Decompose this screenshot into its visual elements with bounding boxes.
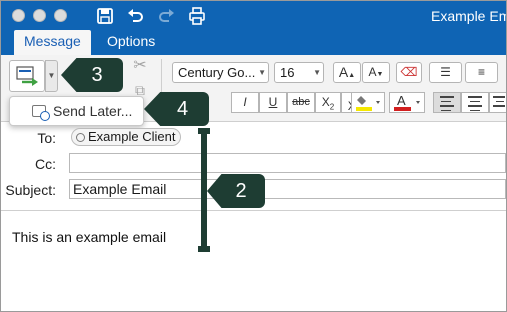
close-icon[interactable] — [12, 9, 25, 22]
save-icon[interactable] — [95, 6, 115, 26]
header-divider — [1, 210, 506, 211]
highlighter-icon — [356, 96, 380, 111]
tab-message[interactable]: Message — [14, 30, 91, 55]
subscript-icon: X2 — [321, 95, 335, 112]
annotation-line — [201, 129, 207, 250]
cc-label: Cc: — [35, 156, 56, 172]
chevron-down-icon: ▼ — [258, 68, 266, 77]
subject-label: Subject: — [5, 182, 56, 198]
shrink-font-label: A — [368, 65, 377, 79]
clear-formatting-button[interactable]: ⌫ — [396, 62, 422, 83]
shrink-font-button[interactable]: A▼ — [362, 62, 390, 83]
recipient-name: Example Client — [88, 129, 176, 144]
redo-icon[interactable] — [157, 6, 177, 26]
bullet-list-icon: ☰ — [440, 65, 451, 79]
annotation-line-bottom-cap — [198, 246, 210, 252]
scissors-icon[interactable]: ✂ — [131, 57, 149, 75]
font-size-select[interactable]: 16 ▼ — [274, 62, 324, 83]
font-family-select[interactable]: Century Go... ▼ — [172, 62, 269, 83]
numbering-button[interactable]: ≡ — [465, 62, 498, 83]
minimize-icon[interactable] — [33, 9, 46, 22]
italic-button[interactable]: I — [231, 92, 259, 113]
send-button[interactable] — [9, 60, 45, 92]
bullets-button[interactable]: ☰ — [429, 62, 462, 83]
font-color-button[interactable]: A — [389, 92, 425, 113]
compose-window: Example Ema Message Options ▼ ✂ ⧉ Centur… — [0, 0, 507, 312]
numbered-list-icon: ≡ — [477, 65, 485, 79]
window-title: Example Ema — [431, 8, 506, 24]
caret-down-icon: ▼ — [376, 71, 384, 78]
send-later-menu-item[interactable]: Send Later... — [53, 103, 132, 119]
align-right-button[interactable] — [489, 92, 506, 113]
send-options-chevron-icon[interactable]: ▼ — [45, 60, 58, 92]
caret-up-icon: ▲ — [348, 72, 356, 79]
send-options-menu: Send Later... — [9, 96, 144, 126]
font-color-icon: A — [394, 93, 420, 111]
subscript-button[interactable]: X2 — [315, 92, 341, 113]
contact-status-icon — [76, 133, 85, 142]
to-label: To: — [37, 130, 56, 146]
svg-text:A: A — [397, 93, 406, 108]
align-center-button[interactable] — [461, 92, 489, 113]
zoom-icon[interactable] — [54, 9, 67, 22]
underline-button[interactable]: U — [259, 92, 287, 113]
recipient-chip[interactable]: Example Client — [71, 128, 182, 146]
undo-icon[interactable] — [125, 6, 145, 26]
grow-font-label: A — [338, 64, 349, 80]
clock-icon — [32, 105, 50, 121]
message-body[interactable]: This is an example email — [12, 229, 166, 245]
font-size-value: 16 — [280, 65, 295, 80]
strikethrough-button[interactable]: abc — [287, 92, 315, 113]
subject-field[interactable]: Example Email — [69, 179, 506, 199]
title-bar: Example Ema Message Options — [1, 1, 506, 55]
cc-field[interactable] — [69, 153, 506, 173]
send-icon — [16, 66, 38, 86]
highlight-button[interactable] — [351, 92, 385, 113]
eraser-icon: ⌫ — [400, 65, 418, 79]
print-icon[interactable] — [187, 6, 207, 26]
font-family-value: Century Go... — [178, 65, 256, 80]
align-left-button[interactable] — [433, 92, 461, 113]
grow-font-button[interactable]: A▲ — [333, 62, 361, 83]
chevron-down-icon: ▼ — [313, 68, 321, 77]
tab-options[interactable]: Options — [97, 30, 165, 55]
